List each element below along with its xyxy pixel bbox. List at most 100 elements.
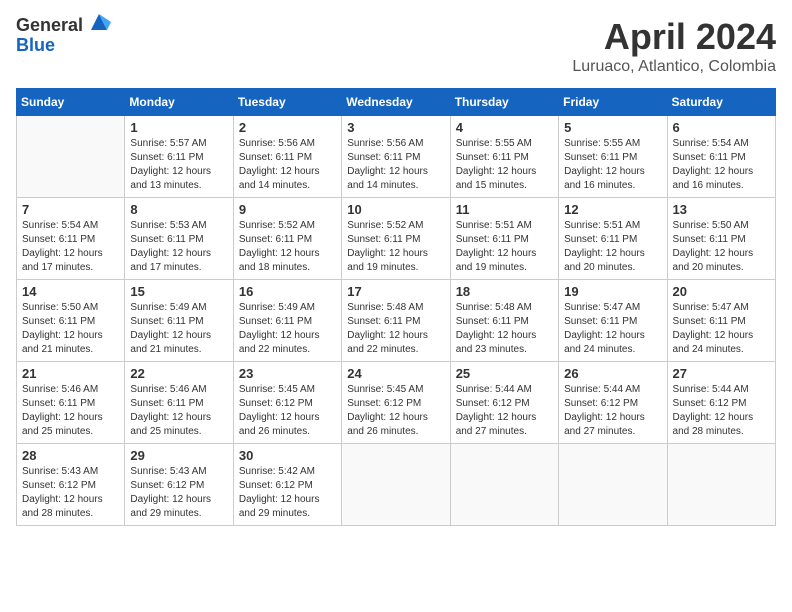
calendar-day-cell: 19Sunrise: 5:47 AM Sunset: 6:11 PM Dayli…	[559, 280, 667, 362]
day-number: 21	[22, 366, 119, 381]
day-number: 5	[564, 120, 661, 135]
weekday-header: Tuesday	[233, 89, 341, 116]
day-number: 3	[347, 120, 444, 135]
calendar-day-cell: 27 Sunrise: 5:44 AM Sunset: 6:12 PM Dayli…	[667, 362, 775, 444]
calendar-day-cell: 14 Sunrise: 5:50 AM Sunset: 6:11 PM Dayli…	[17, 280, 125, 362]
day-info: Sunrise: 5:50 AM Sunset: 6:11 PM Dayligh…	[22, 301, 119, 357]
day-number: 18	[456, 284, 553, 299]
day-info: Sunrise: 5:49 AM Sunset: 6:11 PM Dayligh…	[130, 301, 227, 357]
calendar-day-cell	[559, 444, 667, 526]
day-info: Sunrise: 5:47 AM Sunset: 6:11 PM Dayligh…	[673, 301, 770, 357]
calendar-day-cell: 26Sunrise: 5:44 AM Sunset: 6:12 PM Dayli…	[559, 362, 667, 444]
logo-blue: Blue	[16, 36, 111, 56]
day-number: 17	[347, 284, 444, 299]
calendar-day-cell: 6 Sunrise: 5:54 AM Sunset: 6:11 PM Daylig…	[667, 116, 775, 198]
day-info: Sunrise: 5:50 AM Sunset: 6:11 PM Dayligh…	[673, 219, 770, 275]
logo-general: General	[16, 16, 83, 36]
day-number: 4	[456, 120, 553, 135]
logo-icon	[87, 10, 111, 34]
calendar-day-cell: 17 Sunrise: 5:48 AM Sunset: 6:11 PM Dayli…	[342, 280, 450, 362]
title-area: April 2024 Luruaco, Atlantico, Colombia	[572, 16, 776, 76]
calendar-day-cell: 11Sunrise: 5:51 AM Sunset: 6:11 PM Dayli…	[450, 198, 558, 280]
day-info: Sunrise: 5:47 AM Sunset: 6:11 PM Dayligh…	[564, 301, 661, 357]
calendar-day-cell: 8 Sunrise: 5:53 AM Sunset: 6:11 PM Daylig…	[125, 198, 233, 280]
calendar-day-cell	[342, 444, 450, 526]
calendar-day-cell: 20 Sunrise: 5:47 AM Sunset: 6:11 PM Dayli…	[667, 280, 775, 362]
day-number: 13	[673, 202, 770, 217]
calendar-day-cell: 25Sunrise: 5:44 AM Sunset: 6:12 PM Dayli…	[450, 362, 558, 444]
day-number: 9	[239, 202, 336, 217]
calendar-day-cell: 21 Sunrise: 5:46 AM Sunset: 6:11 PM Dayli…	[17, 362, 125, 444]
day-info: Sunrise: 5:46 AM Sunset: 6:11 PM Dayligh…	[22, 383, 119, 439]
day-number: 28	[22, 448, 119, 463]
calendar-day-cell: 10 Sunrise: 5:52 AM Sunset: 6:11 PM Dayli…	[342, 198, 450, 280]
location: Luruaco, Atlantico, Colombia	[572, 58, 776, 76]
calendar-day-cell: 5Sunrise: 5:55 AM Sunset: 6:11 PM Daylig…	[559, 116, 667, 198]
calendar-day-cell: 22 Sunrise: 5:46 AM Sunset: 6:11 PM Dayli…	[125, 362, 233, 444]
day-number: 10	[347, 202, 444, 217]
day-number: 23	[239, 366, 336, 381]
calendar-header-row: SundayMondayTuesdayWednesdayThursdayFrid…	[17, 89, 776, 116]
day-number: 7	[22, 202, 119, 217]
calendar-week-row: 7Sunrise: 5:54 AM Sunset: 6:11 PM Daylig…	[17, 198, 776, 280]
day-number: 2	[239, 120, 336, 135]
calendar-day-cell: 29Sunrise: 5:43 AM Sunset: 6:12 PM Dayli…	[125, 444, 233, 526]
calendar-day-cell: 2Sunrise: 5:56 AM Sunset: 6:11 PM Daylig…	[233, 116, 341, 198]
day-number: 12	[564, 202, 661, 217]
calendar-week-row: 1 Sunrise: 5:57 AM Sunset: 6:11 PM Daylig…	[17, 116, 776, 198]
day-info: Sunrise: 5:48 AM Sunset: 6:11 PM Dayligh…	[347, 301, 444, 357]
day-number: 8	[130, 202, 227, 217]
calendar-day-cell: 12 Sunrise: 5:51 AM Sunset: 6:11 PM Dayli…	[559, 198, 667, 280]
calendar-week-row: 14 Sunrise: 5:50 AM Sunset: 6:11 PM Dayli…	[17, 280, 776, 362]
day-info: Sunrise: 5:53 AM Sunset: 6:11 PM Dayligh…	[130, 219, 227, 275]
day-info: Sunrise: 5:56 AM Sunset: 6:11 PM Dayligh…	[347, 137, 444, 193]
day-info: Sunrise: 5:48 AM Sunset: 6:11 PM Dayligh…	[456, 301, 553, 357]
logo-text: General Blue	[16, 16, 111, 56]
calendar-day-cell: 28 Sunrise: 5:43 AM Sunset: 6:12 PM Dayli…	[17, 444, 125, 526]
day-info: Sunrise: 5:55 AM Sunset: 6:11 PM Dayligh…	[456, 137, 553, 193]
day-number: 14	[22, 284, 119, 299]
weekday-header: Monday	[125, 89, 233, 116]
calendar-day-cell: 18 Sunrise: 5:48 AM Sunset: 6:11 PM Dayli…	[450, 280, 558, 362]
day-number: 1	[130, 120, 227, 135]
day-info: Sunrise: 5:44 AM Sunset: 6:12 PM Dayligh…	[564, 383, 661, 439]
day-number: 6	[673, 120, 770, 135]
calendar-week-row: 21 Sunrise: 5:46 AM Sunset: 6:11 PM Dayli…	[17, 362, 776, 444]
calendar-day-cell: 13 Sunrise: 5:50 AM Sunset: 6:11 PM Dayli…	[667, 198, 775, 280]
calendar-day-cell: 16Sunrise: 5:49 AM Sunset: 6:11 PM Dayli…	[233, 280, 341, 362]
weekday-header: Saturday	[667, 89, 775, 116]
day-info: Sunrise: 5:45 AM Sunset: 6:12 PM Dayligh…	[239, 383, 336, 439]
day-info: Sunrise: 5:52 AM Sunset: 6:11 PM Dayligh…	[347, 219, 444, 275]
day-number: 20	[673, 284, 770, 299]
calendar-week-row: 28 Sunrise: 5:43 AM Sunset: 6:12 PM Dayli…	[17, 444, 776, 526]
day-info: Sunrise: 5:52 AM Sunset: 6:11 PM Dayligh…	[239, 219, 336, 275]
day-number: 15	[130, 284, 227, 299]
day-number: 24	[347, 366, 444, 381]
day-number: 22	[130, 366, 227, 381]
calendar-day-cell: 9 Sunrise: 5:52 AM Sunset: 6:11 PM Daylig…	[233, 198, 341, 280]
day-info: Sunrise: 5:54 AM Sunset: 6:11 PM Dayligh…	[673, 137, 770, 193]
day-number: 30	[239, 448, 336, 463]
calendar-day-cell	[667, 444, 775, 526]
day-info: Sunrise: 5:42 AM Sunset: 6:12 PM Dayligh…	[239, 465, 336, 521]
day-number: 16	[239, 284, 336, 299]
calendar-day-cell: 7Sunrise: 5:54 AM Sunset: 6:11 PM Daylig…	[17, 198, 125, 280]
weekday-header: Thursday	[450, 89, 558, 116]
calendar-day-cell: 23 Sunrise: 5:45 AM Sunset: 6:12 PM Dayli…	[233, 362, 341, 444]
calendar-day-cell: 30 Sunrise: 5:42 AM Sunset: 6:12 PM Dayli…	[233, 444, 341, 526]
calendar-day-cell	[450, 444, 558, 526]
day-info: Sunrise: 5:43 AM Sunset: 6:12 PM Dayligh…	[130, 465, 227, 521]
day-info: Sunrise: 5:43 AM Sunset: 6:12 PM Dayligh…	[22, 465, 119, 521]
weekday-header: Wednesday	[342, 89, 450, 116]
page-header: General Blue April 2024 Luruaco, Atlanti…	[16, 16, 776, 76]
day-number: 11	[456, 202, 553, 217]
day-info: Sunrise: 5:45 AM Sunset: 6:12 PM Dayligh…	[347, 383, 444, 439]
day-info: Sunrise: 5:46 AM Sunset: 6:11 PM Dayligh…	[130, 383, 227, 439]
calendar-day-cell: 4 Sunrise: 5:55 AM Sunset: 6:11 PM Daylig…	[450, 116, 558, 198]
day-info: Sunrise: 5:57 AM Sunset: 6:11 PM Dayligh…	[130, 137, 227, 193]
day-info: Sunrise: 5:51 AM Sunset: 6:11 PM Dayligh…	[564, 219, 661, 275]
calendar-day-cell: 1 Sunrise: 5:57 AM Sunset: 6:11 PM Daylig…	[125, 116, 233, 198]
day-number: 27	[673, 366, 770, 381]
day-info: Sunrise: 5:44 AM Sunset: 6:12 PM Dayligh…	[673, 383, 770, 439]
weekday-header: Friday	[559, 89, 667, 116]
